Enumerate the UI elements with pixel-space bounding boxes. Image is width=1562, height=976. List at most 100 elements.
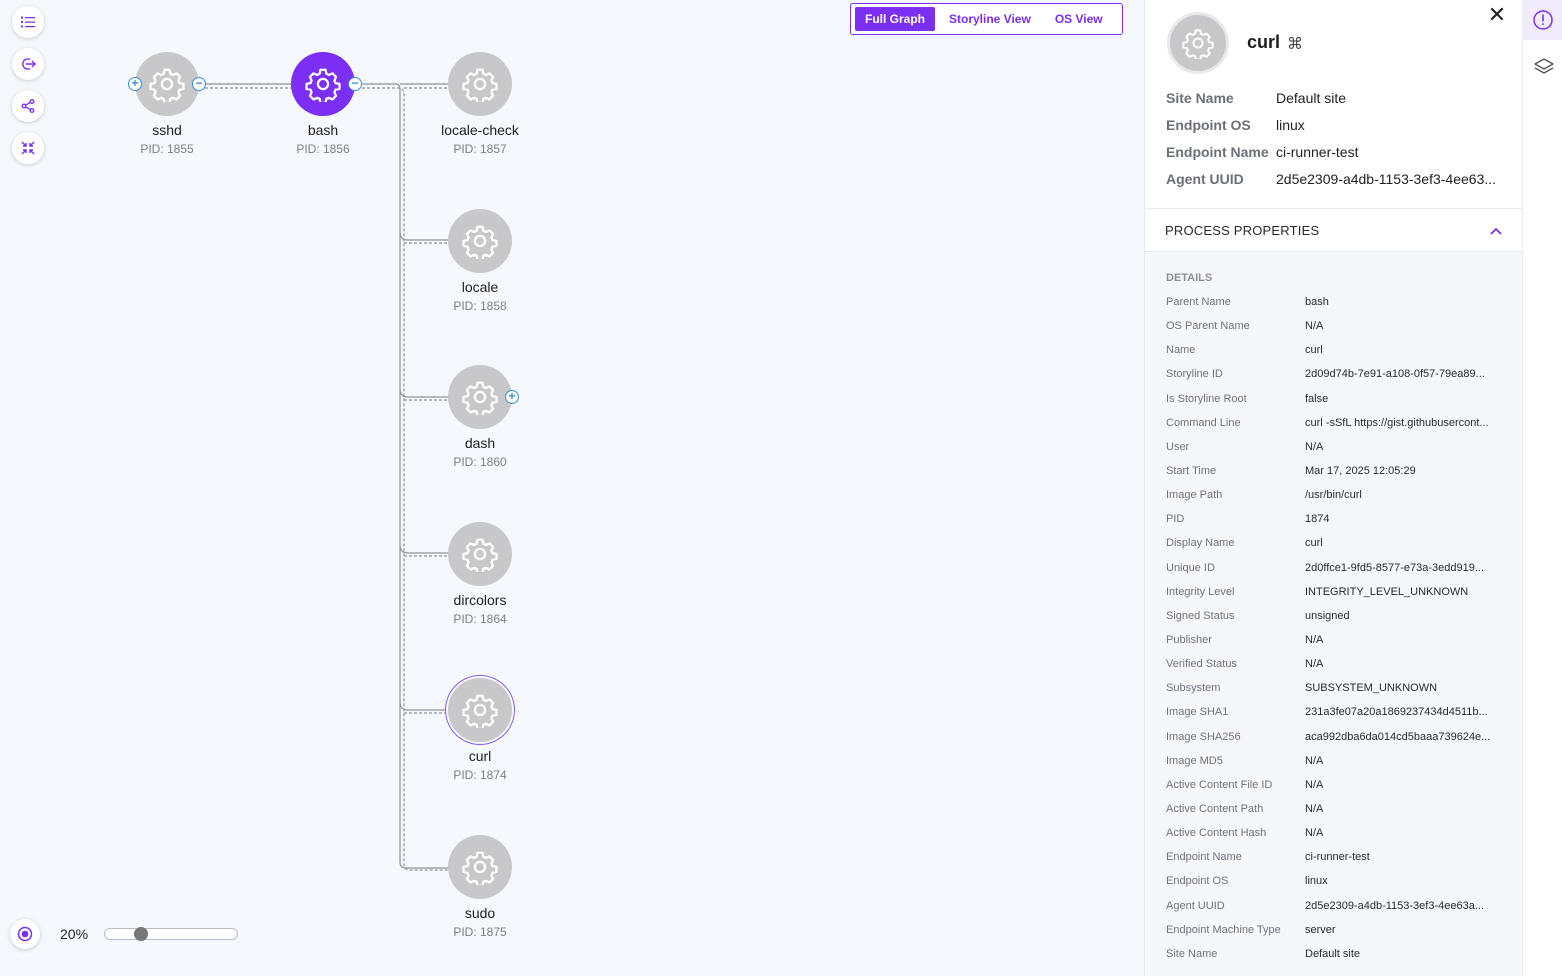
panel-title: curl: [1247, 32, 1281, 52]
detail-value[interactable]: server: [1305, 924, 1505, 936]
share-icon: [21, 99, 35, 113]
detail-row: Active Content Hash N/A: [1145, 821, 1522, 845]
graph-node-locale[interactable]: locale PID: 1858: [415, 209, 545, 313]
graph-node-locale-check[interactable]: locale-check PID: 1857: [415, 52, 545, 156]
layers-tab[interactable]: [1533, 56, 1555, 83]
detail-value[interactable]: Mar 17, 2025 12:05:29: [1305, 465, 1505, 477]
detail-label: PID: [1166, 513, 1185, 526]
expand-parent-plus-icon[interactable]: +: [128, 77, 142, 91]
graph-node-sshd[interactable]: sshd PID: 1855: [102, 52, 232, 156]
command-icon[interactable]: ⌘: [1287, 34, 1303, 54]
detail-value[interactable]: 2d09d74b-7e91-a108-0f57-79ea89...: [1305, 368, 1505, 380]
detail-row: Endpoint Machine Type server: [1145, 918, 1522, 942]
collapse-children-minus-icon[interactable]: −: [192, 77, 206, 91]
detail-label: Is Storyline Root: [1166, 392, 1247, 405]
export-button[interactable]: [12, 48, 44, 80]
view-toggle: Full Graph Storyline View OS View: [850, 3, 1123, 35]
detail-label: Image MD5: [1166, 754, 1223, 767]
detail-row: Signed Status unsigned: [1145, 604, 1522, 628]
detail-label: Display Name: [1166, 537, 1235, 550]
alert-tab[interactable]: [1523, 0, 1562, 40]
detail-value[interactable]: aca992dba6da014cd5baaa739624e...: [1305, 731, 1505, 743]
detail-label: Subsystem: [1166, 682, 1221, 695]
node-pid: PID: 1860: [453, 455, 507, 469]
detail-label: Verified Status: [1166, 658, 1237, 671]
zoom-level: 20%: [60, 926, 89, 942]
detail-value[interactable]: bash: [1305, 296, 1505, 308]
detail-value[interactable]: N/A: [1305, 658, 1505, 670]
detail-value[interactable]: linux: [1305, 875, 1505, 887]
detail-row: Agent UUID 2d5e2309-a4db-1153-3ef3-4ee63a…: [1145, 894, 1522, 918]
graph-node-dash[interactable]: dash PID: 1860: [415, 365, 545, 469]
zoom-slider[interactable]: [104, 927, 238, 941]
detail-row: Active Content Path N/A: [1145, 797, 1522, 821]
detail-row: User N/A: [1145, 435, 1522, 459]
graph-node-dircolors[interactable]: dircolors PID: 1864: [415, 522, 545, 626]
detail-value[interactable]: curl: [1305, 344, 1505, 356]
detail-value[interactable]: 2d0ffce1-9fd5-8577-e73a-3edd919...: [1305, 562, 1505, 574]
detail-value[interactable]: Default site: [1305, 948, 1505, 960]
detail-value[interactable]: N/A: [1305, 441, 1505, 453]
detail-row: Unique ID 2d0ffce1-9fd5-8577-e73a-3edd919…: [1145, 556, 1522, 580]
process-properties-header[interactable]: PROCESS PROPERTIES: [1145, 208, 1522, 252]
os-view-tab[interactable]: OS View: [1045, 7, 1113, 31]
detail-row: PID 1874: [1145, 507, 1522, 531]
node-pid: PID: 1858: [453, 299, 507, 313]
detail-value[interactable]: N/A: [1305, 803, 1505, 815]
full-graph-tab[interactable]: Full Graph: [855, 7, 935, 31]
process-properties-body: DETAILS Parent Name bash OS Parent Name N/A…: [1145, 252, 1522, 976]
detail-label: Image Path: [1166, 489, 1223, 502]
graph-node-curl[interactable]: curl PID: 1874: [415, 678, 545, 782]
expand-children-plus-icon[interactable]: +: [505, 390, 519, 404]
detail-row: Display Name curl: [1145, 531, 1522, 555]
detail-value[interactable]: INTEGRITY_LEVEL_UNKNOWN: [1305, 586, 1505, 598]
process-avatar: [1167, 12, 1229, 74]
detail-row: Start Time Mar 17, 2025 12:05:29: [1145, 459, 1522, 483]
detail-value[interactable]: N/A: [1305, 320, 1505, 332]
detail-value[interactable]: N/A: [1305, 634, 1505, 646]
detail-label: Storyline ID: [1166, 368, 1223, 381]
info-row: Site Name Default site: [1166, 84, 1496, 111]
detail-label: Command Line: [1166, 416, 1241, 429]
graph-node-bash[interactable]: bash PID: 1856: [258, 52, 388, 156]
zoom-slider-handle[interactable]: [133, 927, 148, 941]
detail-row: OS Parent Name N/A: [1145, 314, 1522, 338]
node-name: dash: [464, 435, 496, 451]
detail-value[interactable]: N/A: [1305, 755, 1505, 767]
detail-value[interactable]: curl -sSfL https://gist.githubusercont..…: [1305, 417, 1505, 429]
recenter-button[interactable]: [10, 919, 40, 949]
detail-label: Publisher: [1166, 634, 1212, 647]
detail-value[interactable]: 2d5e2309-a4db-1153-3ef3-4ee63a...: [1305, 900, 1505, 912]
detail-label: Site Name: [1166, 947, 1218, 960]
details-heading: DETAILS: [1166, 272, 1213, 284]
collapse-graph-button[interactable]: [12, 132, 44, 164]
detail-value[interactable]: 231a3fe07a20a1869237434d4511b...: [1305, 706, 1505, 718]
detail-value[interactable]: 1874: [1305, 513, 1505, 525]
detail-value[interactable]: N/A: [1305, 827, 1505, 839]
node-name: dircolors: [453, 592, 507, 608]
detail-row: Site Name Default site: [1145, 942, 1522, 966]
collapse-children-minus-icon[interactable]: −: [348, 77, 362, 91]
list-view-button[interactable]: [12, 6, 44, 38]
share-button[interactable]: [12, 90, 44, 122]
list-icon: [21, 16, 35, 28]
detail-value[interactable]: /usr/bin/curl: [1305, 489, 1505, 501]
detail-label: Active Content Hash: [1166, 827, 1267, 840]
detail-value[interactable]: SUBSYSTEM_UNKNOWN: [1305, 682, 1505, 694]
detail-label: Parent Name: [1166, 296, 1231, 309]
close-icon[interactable]: ✕: [1485, 4, 1509, 28]
storyline-view-tab[interactable]: Storyline View: [939, 7, 1041, 31]
detail-value[interactable]: N/A: [1305, 779, 1505, 791]
detail-value[interactable]: ci-runner-test: [1305, 851, 1505, 863]
detail-value[interactable]: false: [1305, 393, 1505, 405]
info-label: Site Name: [1166, 89, 1234, 106]
process-node-icon: [448, 52, 512, 116]
detail-value[interactable]: unsigned: [1305, 610, 1505, 622]
detail-row: Command Line curl -sSfL https://gist.gith…: [1145, 411, 1522, 435]
chevron-up-icon[interactable]: [1490, 222, 1502, 238]
detail-value[interactable]: curl: [1305, 537, 1505, 549]
process-graph[interactable]: sshd PID: 1855 bash PID: 1856 locale-che…: [0, 0, 1144, 976]
graph-node-sudo[interactable]: sudo PID: 1875: [415, 835, 545, 939]
info-label: Agent UUID: [1166, 170, 1244, 187]
detail-label: Endpoint Machine Type: [1166, 923, 1281, 936]
